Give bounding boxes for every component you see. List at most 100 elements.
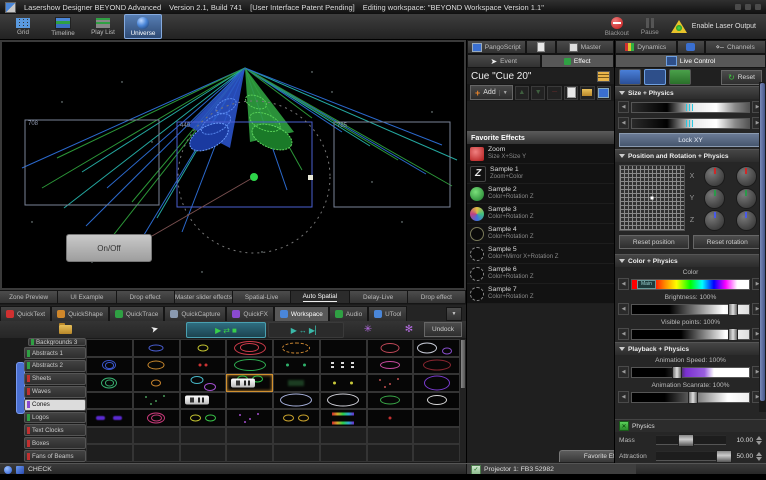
quick-tabs-overflow-button[interactable]: ▼: [446, 307, 462, 321]
frame-cell[interactable]: [180, 409, 227, 427]
frame-cell[interactable]: [413, 339, 460, 357]
play-icon[interactable]: ▶: [215, 326, 221, 335]
frame-cell[interactable]: [226, 444, 273, 462]
position-pad[interactable]: [619, 165, 685, 231]
frame-cell[interactable]: [320, 444, 367, 462]
size-y-slider[interactable]: ◀ ▶: [615, 115, 766, 131]
color-slider[interactable]: ◀ Main ▶: [615, 276, 766, 292]
quick-tab-quicktrace[interactable]: QuickTrace: [109, 306, 164, 321]
frame-cell[interactable]: [413, 374, 460, 392]
frame-cell[interactable]: [413, 357, 460, 375]
favorite-effect-sample-6[interactable]: Sample 6Color+Rotation Z: [467, 264, 614, 284]
sidebar-item-backgrounds-3[interactable]: Backgrounds 3: [28, 338, 86, 346]
attraction-spinner[interactable]: [756, 452, 762, 461]
frame-cell[interactable]: [180, 427, 227, 445]
maximize-button[interactable]: [745, 4, 751, 10]
frame-cell[interactable]: [133, 409, 180, 427]
sidebar-item-boxes[interactable]: Boxes: [24, 437, 86, 449]
rotation-z2-knob[interactable]: [736, 210, 757, 231]
tab-notes[interactable]: [526, 40, 556, 54]
pause-overlay-button[interactable]: [185, 396, 209, 405]
frame-cell[interactable]: [367, 357, 414, 375]
favorite-effect-sample-4[interactable]: Sample 4Color+Rotation Z: [467, 224, 614, 244]
enable-laser-button[interactable]: Enable Laser Output: [671, 20, 756, 33]
size-section-header[interactable]: Size + Physics: [615, 86, 766, 99]
quick-tab-audio[interactable]: Audio: [329, 306, 368, 321]
reset-rotation-button[interactable]: Reset rotation: [693, 235, 763, 249]
fx-star-button[interactable]: ✳: [348, 322, 388, 336]
mass-slider-handle[interactable]: [678, 434, 694, 447]
loop-icon[interactable]: ⇄: [223, 326, 230, 335]
frame-cell[interactable]: [273, 392, 320, 410]
frame-cell[interactable]: [226, 374, 273, 392]
slider-left-arrow[interactable]: ◀: [618, 278, 629, 290]
sidebar-item-logos[interactable]: Logos: [24, 412, 86, 424]
cursor-tool-button[interactable]: ➤: [140, 322, 170, 336]
mass-spinner[interactable]: [756, 436, 762, 445]
frame-cell[interactable]: [273, 339, 320, 357]
frame-cell[interactable]: [367, 392, 414, 410]
tab-hand[interactable]: [677, 40, 705, 54]
save-effect-button[interactable]: [597, 86, 611, 100]
move-up-button[interactable]: ▲: [515, 86, 529, 100]
tab-event[interactable]: ➤ Event: [467, 54, 541, 68]
frame-cell[interactable]: [86, 357, 133, 375]
sidebar-item-sheets[interactable]: Sheets: [24, 373, 86, 385]
frame-cell[interactable]: [133, 339, 180, 357]
hand-mode-button[interactable]: [619, 69, 641, 85]
frame-cell[interactable]: [133, 392, 180, 410]
frame-cell[interactable]: [273, 427, 320, 445]
add-dropdown-caret[interactable]: ▼: [499, 90, 508, 96]
position-section-header[interactable]: Position and Rotation + Physics: [615, 149, 766, 162]
transport-group[interactable]: ▶ ↔ ▶▏: [268, 322, 344, 338]
favorite-effect-sample-2[interactable]: Sample 2Color+Rotation Z: [467, 184, 614, 204]
slider-left-arrow[interactable]: ◀: [618, 391, 629, 403]
frame-cell[interactable]: [180, 392, 227, 410]
skip-icon[interactable]: ▶▏: [309, 326, 321, 335]
quick-tab-quickcapture[interactable]: QuickCapture: [164, 306, 226, 321]
frame-cell[interactable]: [226, 357, 273, 375]
onoff-button[interactable]: On/Off: [66, 234, 152, 262]
quick-tab-utool[interactable]: UTool: [368, 306, 407, 321]
rotation-x2-knob[interactable]: [736, 166, 757, 187]
frame-cell[interactable]: [226, 392, 273, 410]
zone-tab-ui-example[interactable]: UI Example: [58, 290, 116, 304]
frame-cell[interactable]: [273, 444, 320, 462]
fx-spider-button[interactable]: ✻: [392, 322, 426, 336]
frame-cell[interactable]: [133, 444, 180, 462]
frame-cell[interactable]: [413, 427, 460, 445]
zone-tab-auto-spatial[interactable]: Auto Spatial: [291, 290, 349, 304]
mass-slider-row[interactable]: Mass10.00: [615, 432, 766, 448]
tab-channels[interactable]: ⋄– Channels: [705, 40, 766, 54]
attraction-slider-row[interactable]: Attraction50.00: [615, 448, 766, 464]
tab-effect[interactable]: Effect: [541, 54, 615, 68]
animation-scanrate-slider[interactable]: ◀ ▶: [615, 389, 766, 405]
quick-tab-quickfx[interactable]: QuickFX: [226, 306, 274, 321]
blackout-button[interactable]: Blackout: [605, 17, 629, 37]
sidebar-item-text-clocks[interactable]: Text Clocks: [24, 424, 86, 436]
visible-points-slider[interactable]: ◀ ▶: [615, 326, 766, 342]
favorite-effect-sample-7[interactable]: Sample 7Color+Rotation Z: [467, 284, 614, 304]
tab-dynamics[interactable]: Dynamics: [615, 40, 677, 54]
frame-cell[interactable]: [86, 409, 133, 427]
swap-icon[interactable]: ↔: [299, 326, 307, 335]
play-control-group[interactable]: ▶ ⇄ ■: [186, 322, 266, 338]
frame-cell[interactable]: [273, 374, 320, 392]
frame-cell[interactable]: [180, 357, 227, 375]
attraction-slider-handle[interactable]: [716, 450, 732, 463]
panel-scrollbar[interactable]: [759, 82, 766, 412]
frame-cell[interactable]: [320, 409, 367, 427]
frame-cell[interactable]: [367, 374, 414, 392]
slider-left-arrow[interactable]: ◀: [618, 328, 629, 340]
frame-cell[interactable]: [367, 339, 414, 357]
playlist-button[interactable]: Play List: [84, 14, 122, 39]
sidebar-item-abstracts-2[interactable]: Abstracts 2: [24, 360, 86, 372]
animation-speed-slider[interactable]: ◀ ▶: [615, 364, 766, 380]
restore-mode-button[interactable]: [669, 69, 691, 85]
physics-checkbox[interactable]: ✕: [619, 421, 629, 431]
slider-left-arrow[interactable]: ◀: [618, 303, 629, 315]
frame-cell[interactable]: [320, 357, 367, 375]
new-file-button[interactable]: [564, 86, 578, 100]
cue-list-icon[interactable]: [597, 71, 610, 82]
frame-cell[interactable]: [273, 409, 320, 427]
